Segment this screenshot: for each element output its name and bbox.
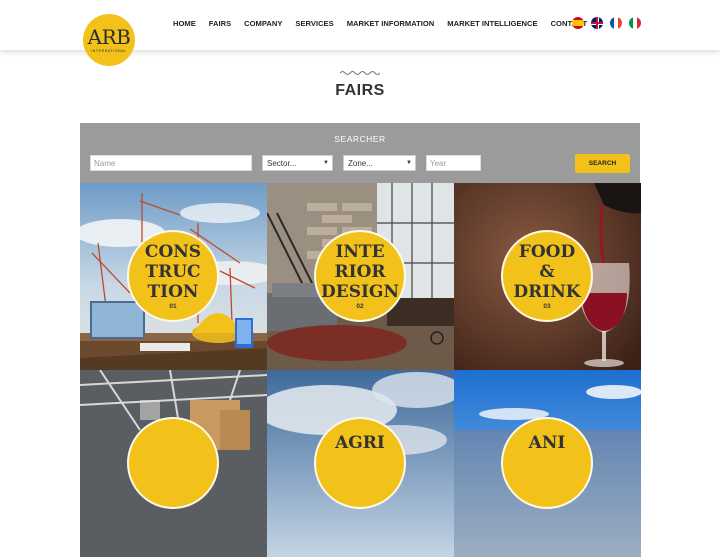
fair-title-line: DRINK (513, 282, 581, 302)
searcher-title: SEARCHER (334, 134, 386, 144)
fair-title-line: FOOD (518, 242, 576, 262)
fair-title-line: & (539, 262, 555, 282)
fair-number: 03 (543, 303, 551, 310)
fair-badge: ANI (501, 417, 593, 509)
fair-title-line: CONS (144, 242, 202, 262)
site-header: ARB INTERNATIONAL HOME FAIRS COMPANY SER… (0, 0, 720, 66)
zone-select[interactable]: Zone... ▼ (343, 155, 416, 171)
fair-title-line: DESIGN (321, 282, 399, 302)
logo-subtext: INTERNATIONAL (91, 49, 127, 53)
spanish-flag-icon[interactable] (572, 17, 584, 29)
fair-badge: CONS TRUC TION 01 (127, 230, 219, 322)
page-title: FAIRS (335, 82, 385, 99)
fair-badge: AGRI (314, 417, 406, 509)
french-flag-icon[interactable] (610, 17, 622, 29)
italian-flag-icon[interactable] (629, 17, 641, 29)
fair-title-line: AGRI (335, 433, 385, 453)
fair-tile-construction[interactable]: CONS TRUC TION 01 (80, 183, 267, 370)
fair-badge (127, 417, 219, 509)
nav-services[interactable]: SERVICES (295, 19, 333, 28)
nav-company[interactable]: COMPANY (244, 19, 282, 28)
fair-tile-interior-design[interactable]: INTE RIOR DESIGN 02 (267, 183, 454, 370)
chevron-down-icon: ▼ (323, 160, 329, 166)
name-input[interactable]: Name (90, 155, 252, 171)
fair-tile-agri[interactable]: AGRI (267, 370, 454, 557)
year-input[interactable]: Year (426, 155, 481, 171)
fair-title-line: INTE (335, 242, 385, 262)
nav-fairs[interactable]: FAIRS (209, 19, 231, 28)
fair-title-line: RIOR (334, 262, 386, 282)
squiggle-divider-icon (340, 71, 380, 75)
fair-tile-food-drink[interactable]: FOOD & DRINK 03 (454, 183, 641, 370)
logo-text: ARB (87, 25, 131, 49)
fair-number: 01 (169, 303, 177, 310)
english-flag-icon[interactable] (591, 17, 603, 29)
fair-title-line: ANI (528, 433, 566, 453)
nav-home[interactable]: HOME (173, 19, 196, 28)
fair-number: 02 (356, 303, 364, 310)
year-placeholder: Year (430, 158, 447, 168)
sector-value: Sector... (267, 158, 297, 168)
fair-tile-logistics[interactable] (80, 370, 267, 557)
sector-select[interactable]: Sector... ▼ (262, 155, 333, 171)
main-nav: HOME FAIRS COMPANY SERVICES MARKET INFOR… (173, 19, 600, 28)
name-placeholder: Name (94, 158, 116, 168)
fair-badge: FOOD & DRINK 03 (501, 230, 593, 322)
arb-logo[interactable]: ARB INTERNATIONAL (83, 14, 135, 66)
fairs-grid: CONS TRUC TION 01 INTE RIOR DESIGN 02 FO… (80, 183, 641, 557)
language-switcher (572, 17, 641, 29)
nav-market-intelligence[interactable]: MARKET INTELLIGENCE (447, 19, 537, 28)
chevron-down-icon: ▼ (406, 160, 412, 166)
zone-value: Zone... (348, 158, 373, 168)
nav-market-information[interactable]: MARKET INFORMATION (347, 19, 435, 28)
fair-title-line: TRUC (145, 262, 201, 282)
search-button[interactable]: SEARCH (575, 154, 630, 173)
fair-tile-animals[interactable]: ANI (454, 370, 641, 557)
fair-title-line: TION (147, 282, 199, 302)
searcher-panel: SEARCHER Name Sector... ▼ Zone... ▼ Year… (80, 123, 640, 183)
fair-badge: INTE RIOR DESIGN 02 (314, 230, 406, 322)
